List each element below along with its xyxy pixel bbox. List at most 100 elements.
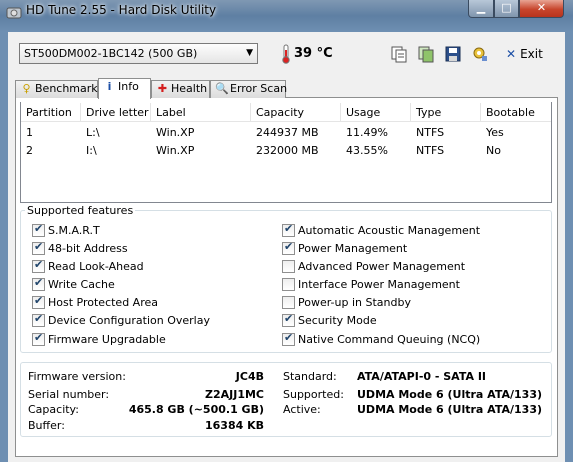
column-header-partition[interactable]: Partition: [26, 103, 72, 122]
checkbox-label: Power-up in Standby: [298, 296, 411, 309]
checkbox[interactable]: [282, 312, 295, 327]
serial-number-value: Z2AJJ1MC: [204, 388, 264, 401]
checkbox-label: Security Mode: [298, 314, 377, 327]
bootable-cell: Yes: [486, 126, 504, 139]
error-scan-icon: 🔍: [215, 82, 229, 95]
copy-screenshot-icon[interactable]: [417, 45, 435, 63]
column-header-type[interactable]: Type: [416, 103, 441, 122]
tab-health[interactable]: ✚ Health: [151, 80, 210, 98]
checkbox-label: Write Cache: [48, 278, 115, 291]
thermometer-icon: [282, 44, 290, 64]
column-divider[interactable]: [80, 103, 81, 121]
checkbox[interactable]: [282, 296, 295, 309]
window-frame-left: [0, 32, 8, 462]
checkbox[interactable]: [282, 260, 295, 273]
buffer-value: 16384 KB: [204, 419, 264, 432]
tab-benchmark[interactable]: ♀ Benchmark: [15, 80, 98, 98]
tab-health-label: Health: [171, 82, 208, 95]
tab-info[interactable]: i Info: [98, 78, 151, 99]
tab-error-scan[interactable]: 🔍Error Scan: [210, 80, 288, 98]
checkbox[interactable]: [32, 312, 45, 327]
save-icon[interactable]: [444, 45, 462, 63]
column-divider[interactable]: [250, 103, 251, 121]
checkbox-label: Native Command Queuing (NCQ): [298, 333, 481, 346]
capacity-cell: 244937 MB: [256, 126, 319, 139]
partition-cell: 1: [26, 126, 33, 139]
label-cell: Win.XP: [156, 144, 195, 157]
copy-text-icon[interactable]: [390, 45, 408, 63]
drive-letter-cell: L:\: [86, 126, 100, 139]
supported-mode-label: Supported:: [283, 388, 344, 401]
supported-mode-value: UDMA Mode 6 (Ultra ATA/133): [357, 388, 542, 401]
checkbox-label: Automatic Acoustic Management: [298, 224, 481, 237]
usage-cell: 43.55%: [346, 144, 388, 157]
checkbox[interactable]: [282, 240, 295, 255]
health-icon: ✚: [157, 82, 168, 95]
checkbox-label: 48-bit Address: [48, 242, 128, 255]
checkbox-label: Power Management: [298, 242, 408, 255]
serial-number-label: Serial number:: [28, 388, 110, 401]
maximize-button[interactable]: □: [494, 0, 519, 18]
title-bar[interactable]: HD Tune 2.55 - Hard Disk Utility ▁ □ ✕: [0, 0, 573, 32]
tab-error-scan-label: Error Scan: [230, 82, 288, 95]
firmware-version-value: JC4B: [235, 370, 264, 383]
column-divider[interactable]: [150, 103, 151, 121]
chevron-down-icon: ▼: [246, 48, 253, 58]
temperature-readout: 39 °C: [294, 46, 333, 61]
checkbox-label: Read Look-Ahead: [48, 260, 144, 273]
type-cell: NTFS: [416, 144, 445, 157]
partition-cell: 2: [26, 144, 33, 157]
checkbox[interactable]: [282, 222, 295, 237]
checkbox-label: Firmware Upgradable: [48, 333, 166, 346]
checkbox-label: Advanced Power Management: [298, 260, 466, 273]
checkbox[interactable]: [32, 222, 45, 237]
column-header-usage[interactable]: Usage: [346, 103, 380, 122]
label-cell: Win.XP: [156, 126, 195, 139]
drive-select-value: ST500DM002-1BC142 (500 GB): [24, 47, 198, 60]
standard-label: Standard:: [283, 370, 337, 383]
capacity-cell: 232000 MB: [256, 144, 319, 157]
checkbox[interactable]: [282, 278, 295, 291]
checkbox[interactable]: [32, 294, 45, 309]
column-divider[interactable]: [480, 103, 481, 121]
firmware-version-label: Firmware version:: [28, 370, 126, 383]
column-header-drive-letter[interactable]: Drive letter: [86, 103, 149, 122]
checkbox-label: Interface Power Management: [298, 278, 460, 291]
checkbox[interactable]: [32, 240, 45, 255]
checkbox[interactable]: [32, 331, 45, 346]
minimize-button[interactable]: ▁: [468, 0, 494, 18]
column-header-capacity[interactable]: Capacity: [256, 103, 304, 122]
buffer-label: Buffer:: [28, 419, 65, 432]
window-frame-right: [565, 32, 573, 462]
tab-info-label: Info: [118, 80, 139, 93]
checkbox-label: S.M.A.R.T: [48, 224, 100, 237]
drive-letter-cell: I:\: [86, 144, 97, 157]
drive-select[interactable]: ST500DM002-1BC142 (500 GB) ▼: [19, 43, 258, 64]
standard-value: ATA/ATAPI-0 - SATA II: [357, 370, 487, 383]
usage-cell: 11.49%: [346, 126, 388, 139]
exit-icon: ✕: [506, 47, 517, 61]
close-button[interactable]: ✕: [519, 0, 564, 18]
checkbox-label: Device Configuration Overlay: [48, 314, 210, 327]
hd-tune-app-icon: [6, 7, 22, 19]
checkbox[interactable]: [282, 331, 295, 346]
benchmark-icon: ♀: [22, 82, 31, 95]
bootable-cell: No: [486, 144, 501, 157]
checkbox-label: Host Protected Area: [48, 296, 158, 309]
info-icon: i: [107, 80, 112, 93]
supported-features-title: Supported features: [25, 204, 136, 217]
capacity-value: 465.8 GB (~500.1 GB): [128, 403, 264, 416]
exit-button[interactable]: ✕ Exit: [506, 45, 546, 63]
tab-benchmark-label: Benchmark: [35, 82, 98, 95]
checkbox[interactable]: [32, 258, 45, 273]
capacity-label: Capacity:: [28, 403, 79, 416]
active-mode-label: Active:: [283, 403, 321, 416]
type-cell: NTFS: [416, 126, 445, 139]
options-icon[interactable]: [471, 45, 489, 63]
column-header-bootable[interactable]: Bootable: [486, 103, 535, 122]
checkbox[interactable]: [32, 276, 45, 291]
column-header-label[interactable]: Label: [156, 103, 186, 122]
window-title: HD Tune 2.55 - Hard Disk Utility: [26, 3, 217, 17]
column-divider[interactable]: [410, 103, 411, 121]
column-divider[interactable]: [340, 103, 341, 121]
